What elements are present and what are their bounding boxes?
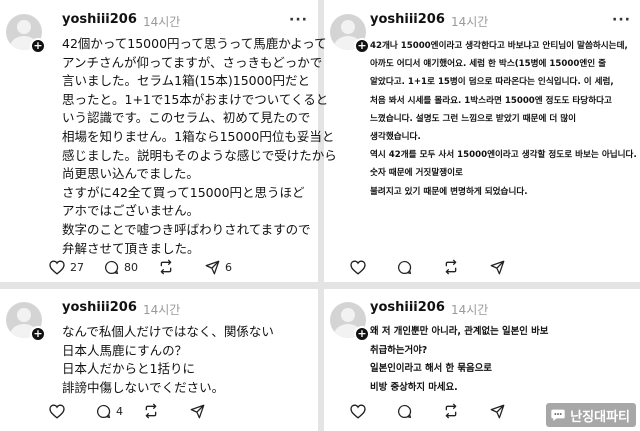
follow-plus-icon[interactable]: + [354,326,370,342]
post-line: 생각했습니다. [370,132,421,143]
post-line: 誹謗中傷しないでください。 [62,379,225,395]
post-line: 42個かって15000円って思うって馬鹿かよって [62,36,327,51]
comment-count: 80 [124,260,138,274]
post-japanese-2: + yoshiii206 14시간 なんで私個人だけではなく、関係ない 日本人馬鹿… [0,289,318,431]
post-body: 42個かって15000円って思うって馬鹿かよって アンチさんが仰ってますが、さっき… [62,35,337,258]
post-line: 역시 42개를 모두 사서 15000엔이라고 생각할 정도로 바보는 아닙니다… [370,150,637,161]
post-actions [350,403,536,419]
send-icon [205,260,220,274]
post-actions [350,259,536,275]
username[interactable]: yoshiii206 [62,300,137,315]
heart-icon [49,403,65,419]
post-line: 感じました。説明もそのような感じで受けたから [62,147,337,163]
more-options-icon[interactable]: ··· [289,12,308,28]
post-time: 14시간 [143,303,181,317]
heart-icon [350,403,366,419]
post-line: 불려지고 있기 때문에 변명하게 되었습니다. [370,186,528,197]
send-icon [190,404,205,418]
more-options-icon[interactable]: ··· [612,12,631,28]
post-line: アンチさんが仰ってますが、さっきもどっかで [62,54,323,70]
comment-button[interactable]: 80 [104,260,138,275]
post-line: 思ったと。1+1で15本がおまけでついてくると [62,91,329,107]
share-button[interactable] [490,260,516,275]
post-line: さすがに42全て買って15000円と思うほど [62,184,305,200]
follow-plus-icon[interactable]: + [30,326,46,342]
heart-icon [49,259,65,275]
post-line: 일본인이라고 해서 한 묶음으로 [370,363,492,374]
share-button[interactable] [190,404,216,419]
share-button[interactable]: 6 [205,260,232,275]
post-japanese-1: + yoshiii206 14시간 ··· 42個かって15000円って思うって… [0,0,337,282]
username[interactable]: yoshiii206 [370,300,445,315]
comment-button[interactable]: 4 [96,404,123,419]
post-line: 日本人だからと1括りに [62,361,195,377]
post-line: 알았다고. 1+1로 15병이 덤으로 따라온다는 인식입니다. 이 세럼, [370,77,614,88]
username[interactable]: yoshiii206 [62,12,137,27]
repost-button[interactable] [158,259,185,275]
post-korean-1: + yoshiii206 14시간 ··· 42개나 15000엔이라고 생각한… [324,0,640,282]
post-line: 느꼈습니다. 설명도 그런 느낌으로 받았기 때문에 더 많이 [370,113,577,124]
like-button[interactable] [49,403,76,419]
heart-icon [350,259,366,275]
post-line: 왜 저 개인뿐만 아니라, 관계없는 일본인 바보 [370,326,549,337]
repost-button[interactable] [443,259,470,275]
repost-icon [145,403,157,419]
post-line: 尚更思い込んでました。 [62,166,199,182]
repost-icon [445,259,457,275]
watermark: 난징대파티 [546,403,636,427]
post-line: 相場を知りません。1箱なら15000円位も妥当と [62,128,335,144]
post-line: 日本人馬鹿にすんの？ [62,342,188,358]
like-count: 27 [70,260,84,274]
post-line: 숫자 때문에 거짓말쟁이로 [370,168,463,179]
post-body: なんで私個人だけではなく、関係ない 日本人馬鹿にすんの？ 日本人だからと1括りに誹謗… [62,323,316,397]
post-line: いう認識です。このセラム、初めて見たので [62,110,311,126]
post-body: 42개나 15000엔이라고 생각한다고 바보냐고 안티님이 말씀하시는데, 아까… [370,37,638,201]
repost-icon [160,259,172,275]
post-actions: 27 80 6 [49,259,252,275]
post-line: 言いました。セラム1箱(15本)15000円だと [62,73,311,89]
comment-count: 4 [116,404,123,418]
post-line: 42개나 15000엔이라고 생각한다고 바보냐고 안티님이 말씀하시는데, [370,41,628,51]
post-time: 14시간 [451,15,489,29]
share-count: 6 [225,260,232,274]
post-line: 비방 중상하지 마세요. [370,381,458,393]
comment-icon [105,260,119,274]
like-button[interactable] [350,403,377,419]
comment-icon [398,260,412,274]
send-icon [490,404,505,418]
post-line: アホではございません。 [62,203,200,219]
post-line: なんで私個人だけではなく、関係ない [62,324,274,339]
send-icon [490,260,505,274]
comment-icon [97,404,111,418]
follow-plus-icon[interactable]: + [354,38,370,54]
username[interactable]: yoshiii206 [370,12,445,27]
comment-button[interactable] [397,404,423,419]
post-line: 弁解させて頂きました。 [62,240,200,256]
like-button[interactable]: 27 [49,259,84,275]
post-time: 14시간 [451,303,489,317]
chat-bubble-icon [551,409,565,421]
repost-button[interactable] [143,403,170,419]
post-actions: 4 [49,403,236,419]
follow-plus-icon[interactable]: + [30,38,46,54]
watermark-text: 난징대파티 [570,409,630,425]
post-body: 왜 저 개인뿐만 아니라, 관계없는 일본인 바보취급하는거야? 일본인이라고 해… [370,323,638,397]
post-line: 数字のことで嘘つき呼ばわりされてますので [62,221,311,237]
repost-button[interactable] [443,403,470,419]
horizontal-divider [0,282,640,289]
post-time: 14시간 [143,15,181,29]
comment-button[interactable] [397,260,423,275]
repost-icon [445,403,457,419]
post-line: 취급하는거야? [370,344,428,356]
post-line: 처음 봐서 시세를 몰라요. 1박스라면 15000엔 정도도 타당하다고 [370,95,612,106]
share-button[interactable] [490,404,516,419]
post-line: 아까도 어디서 얘기했어요. 세럼 한 박스(15병에 15000엔인 줄 [370,59,607,70]
like-button[interactable] [350,259,377,275]
comment-icon [398,404,412,418]
